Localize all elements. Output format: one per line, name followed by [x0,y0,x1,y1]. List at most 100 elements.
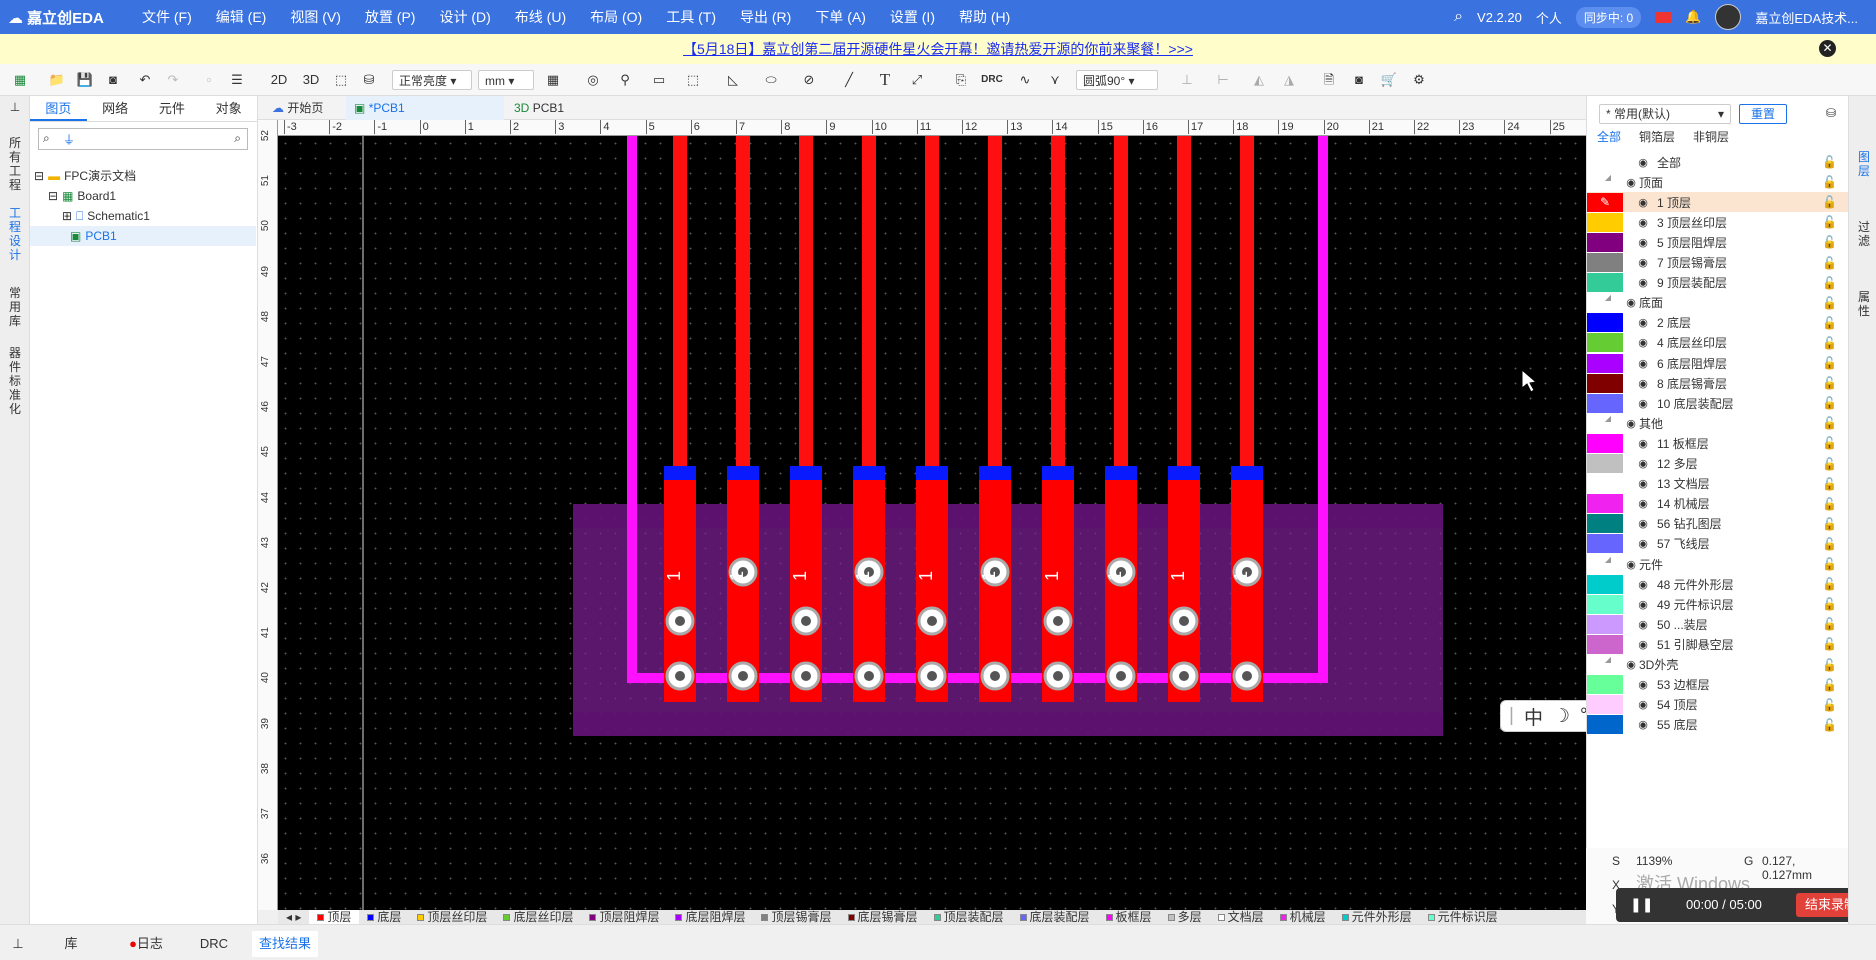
bottom-tab-lib[interactable]: 库 [36,931,106,957]
layer-row[interactable]: ◉ 9 顶层装配层 🔓 [1587,273,1849,293]
layer-row[interactable]: ◉ 57 飞线层 🔓 [1587,534,1849,554]
eye-icon[interactable]: ◉ [1635,457,1651,470]
app-logo[interactable]: ☁ 嘉立创EDA [8,7,104,28]
layer-color-swatch[interactable]: ◢ [1587,655,1611,674]
layer-row[interactable]: ◉ 53 边框层 🔓 [1587,675,1849,695]
layer-row[interactable]: ◉ 55 底层 🔓 [1587,715,1849,735]
layer-row[interactable]: ◉ 48 元件外形层 🔓 [1587,574,1849,594]
bottom-tab-drc[interactable]: DRC [186,931,242,957]
polygon-icon[interactable]: ◺ [722,70,744,90]
eye-icon[interactable]: ◉ [1635,477,1651,490]
account-selector[interactable]: 个人 [1536,8,1562,27]
redo-icon[interactable]: ↷ [164,70,182,90]
ellipse-icon[interactable]: ⬭ [760,70,782,90]
bottom-tab-find-results[interactable]: 查找结果 [252,931,318,957]
layer-color-swatch[interactable] [1587,675,1623,695]
layer-color-swatch[interactable] [1587,253,1623,272]
layer-bar-nav-icon[interactable]: ◂ ▸ [278,910,309,924]
layer-color-swatch[interactable] [1587,313,1623,333]
layer-row[interactable]: ◉ 56 钻孔图层 🔓 [1587,514,1849,534]
menu-layout[interactable]: 布局 (O) [578,0,654,34]
layer-color-swatch[interactable] [1587,153,1623,172]
tree-item-project[interactable]: ⊟ ▬ FPC演示文档 [34,166,136,186]
layer-bar-item[interactable]: 机械层 [1272,910,1334,924]
layer-row[interactable]: ◉ 10 底层装配层 🔓 [1587,393,1849,413]
layer-bar-item[interactable]: 多层 [1160,910,1210,924]
unit-select[interactable]: mm ▾ [478,70,534,90]
layer-color-swatch[interactable] [1587,494,1623,514]
layer-row[interactable]: ◉ 7 顶层锡膏层 🔓 [1587,253,1849,273]
strip-common-lib[interactable]: 常用库 [7,286,23,328]
layer-group-header[interactable]: ◢ ◉ 3D外壳 🔓 [1587,655,1849,675]
via-icon[interactable]: ⚲ [616,70,634,90]
bell-icon[interactable]: 🔔 [1685,9,1701,25]
menu-route[interactable]: 布线 (U) [503,0,578,34]
layer-color-swatch[interactable] [1587,634,1623,654]
menu-design[interactable]: 设计 (D) [427,0,502,34]
menu-help[interactable]: 帮助 (H) [947,0,1022,34]
sync-badge[interactable]: 同步中: 0 [1575,6,1642,28]
search-icon[interactable]: ⌕ [1454,8,1463,26]
distribute-icon[interactable]: ⊢ [1212,70,1234,90]
layer-preset-select[interactable]: * 常用(默认) ▾ [1599,104,1731,124]
eye-icon[interactable]: ◉ [1635,678,1651,691]
layer-bar-item[interactable]: 板框层 [1098,910,1160,924]
tab-pcb1-3d[interactable]: 3D PCB1 [506,96,586,120]
layer-row[interactable]: ◉ 14 机械层 🔓 [1587,494,1849,514]
layer-bar-item[interactable]: 顶层装配层 [926,910,1012,924]
avatar[interactable] [1715,4,1742,30]
tree-item-board[interactable]: ⊟ ▦ Board1 [48,186,116,206]
filter-all[interactable]: 全部 [1597,128,1621,145]
layer-row[interactable]: ◉ 54 顶层 🔓 [1587,695,1849,715]
layer-color-swatch[interactable]: ◢ [1587,293,1611,312]
eye-icon[interactable]: ◉ [1635,638,1651,651]
lock-icon[interactable]: 🔓 [1822,457,1837,471]
tab-pcb1-active[interactable]: ▣ *PCB1 [346,96,504,120]
layer-group-header[interactable]: ◢ ◉ 底面 🔓 [1587,293,1849,313]
pcb-canvas[interactable]: 1 1 1 1 1 1 1 1 1 1 [278,136,1586,910]
lock-icon[interactable]: 🔓 [1822,356,1837,370]
filter-copper[interactable]: 铜箔层 [1639,128,1675,145]
lock-icon[interactable]: 🔓 [1822,658,1837,672]
text-icon[interactable]: T [876,70,894,90]
layer-bar-item[interactable]: 底层丝印层 [495,910,581,924]
lock-icon[interactable]: 🔓 [1822,376,1837,390]
eye-icon[interactable]: ◉ [1635,718,1651,731]
strip-project-design[interactable]: 工程设计 [7,206,23,262]
view-3d-button[interactable]: 3D [300,70,322,90]
camera-icon[interactable]: ◙ [104,70,122,90]
menu-file[interactable]: 文件 (F) [130,0,204,34]
lock-icon[interactable]: 🔓 [1822,175,1837,189]
zoom-area-icon[interactable]: ⬚ [332,70,350,90]
strip-all-projects[interactable]: 所有工程 [7,136,23,192]
menu-view[interactable]: 视图 (V) [278,0,353,34]
ime-chinese-mode[interactable]: 中 [1524,703,1543,730]
flag-icon[interactable] [1655,11,1672,23]
layer-icon[interactable]: ⛁ [360,70,378,90]
eye-icon[interactable]: ◉ [1623,417,1639,430]
layer-color-swatch[interactable]: ✎ [1587,192,1623,212]
layers-settings-icon[interactable]: ⛁ [1826,106,1836,120]
lock-icon[interactable]: 🔓 [1822,336,1837,350]
eye-icon[interactable]: ◉ [1635,517,1651,530]
layer-color-swatch[interactable] [1587,454,1623,473]
menu-order[interactable]: 下单 (A) [803,0,878,34]
moon-icon[interactable]: ☽ [1553,705,1570,728]
layer-bar-item[interactable]: 顶层阻焊层 [581,910,667,924]
eye-icon[interactable]: ◉ [1623,558,1639,571]
layer-group-header[interactable]: ◢ ◉ 元件 🔓 [1587,554,1849,574]
tree-item-schematic[interactable]: ⊞ ⎕ Schematic1 [62,206,150,226]
strip-standardization[interactable]: 器件标准化 [7,346,23,416]
layer-row[interactable]: ◉ 12 多层 🔓 [1587,454,1849,474]
layer-bar-item[interactable]: 底层锡膏层 [840,910,926,924]
lock-icon[interactable]: 🔓 [1822,678,1837,692]
list-icon[interactable]: ☰ [228,70,246,90]
gear-icon[interactable]: ⚙ [1410,70,1428,90]
expand-icon[interactable]: ⊞ [62,206,72,226]
grid-select-icon[interactable]: ▫ [200,70,218,90]
layer-row[interactable]: ◉ 5 顶层阻焊层 🔓 [1587,232,1849,252]
layer-group-header[interactable]: ◢ ◉ 其他 🔓 [1587,413,1849,433]
lock-icon[interactable]: 🔓 [1822,215,1837,229]
bottom-tab-log[interactable]: ●日志 [116,931,176,957]
view-2d-button[interactable]: 2D [268,70,290,90]
